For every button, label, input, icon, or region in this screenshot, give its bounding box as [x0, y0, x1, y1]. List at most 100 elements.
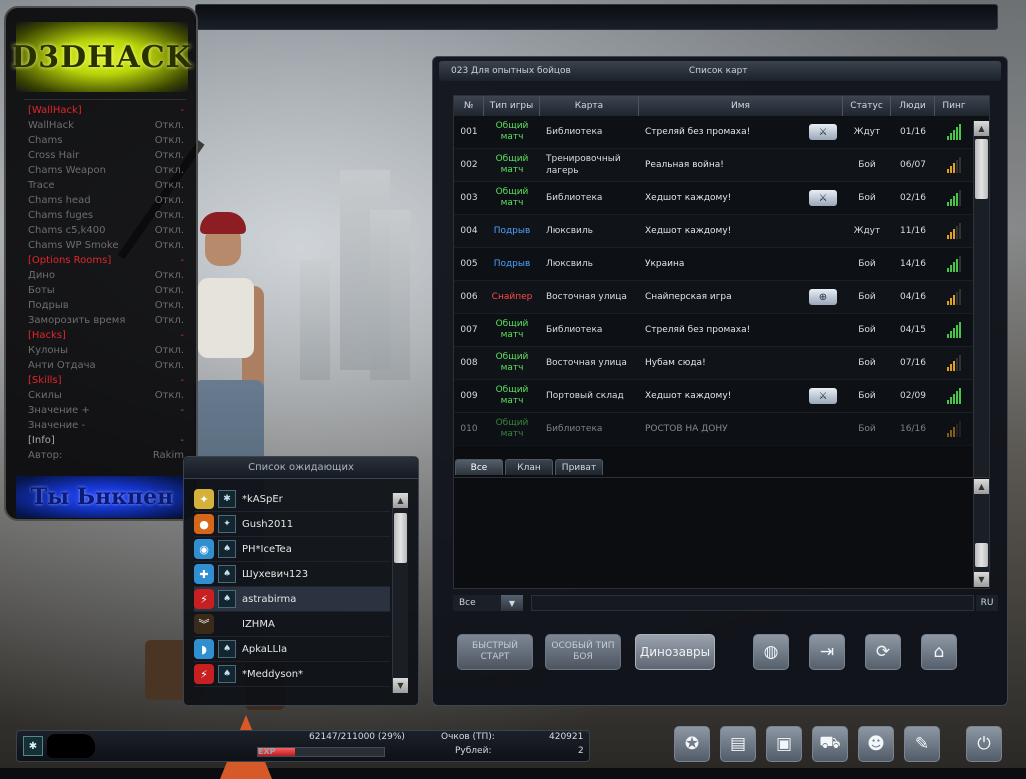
- waiting-player-row[interactable]: ︾ IZHMA: [194, 612, 390, 637]
- room-row[interactable]: 001 Общий матч Библиотека Стреляй без прома…: [454, 116, 989, 149]
- background-building: [370, 210, 410, 380]
- col-status[interactable]: Статус: [843, 96, 891, 116]
- tab-all[interactable]: Все: [455, 459, 503, 475]
- cheat-option[interactable]: Дино Откл.: [28, 268, 184, 283]
- cheat-option[interactable]: Chams WP Smoke Откл.: [28, 238, 184, 253]
- power-icon[interactable]: ⏻: [966, 726, 1002, 762]
- ping-bar: [956, 358, 958, 371]
- chat-scrollbar[interactable]: ▲ ▼: [973, 479, 989, 587]
- clan-icon: ♠: [218, 565, 236, 583]
- tab-clan[interactable]: Клан: [505, 459, 553, 475]
- waiting-player-row[interactable]: ◉ ♠ PH*IceTea: [194, 537, 390, 562]
- ping-bar: [947, 301, 949, 305]
- scroll-thumb[interactable]: [975, 543, 988, 567]
- room-row[interactable]: 004 Подрыв Люксвиль Хедшот каждому! Ждут 11/1…: [454, 215, 989, 248]
- waiting-player-row[interactable]: ◗ ♠ ApkaLLIa: [194, 637, 390, 662]
- room-number: 009: [460, 391, 478, 401]
- room-row[interactable]: 006 Снайпер Восточная улица Снайперская игр…: [454, 281, 989, 314]
- scroll-thumb[interactable]: [975, 139, 988, 199]
- cheat-option[interactable]: Анти Отдача Откл.: [28, 358, 184, 373]
- waiting-player-row[interactable]: ⚡ ♠ astrabirma: [194, 587, 390, 612]
- ping-bar: [950, 331, 952, 338]
- chat-message-input[interactable]: [531, 595, 974, 611]
- waiting-player-row[interactable]: ● ✦ Gush2011: [194, 512, 390, 537]
- refresh-icon[interactable]: ⟳: [865, 634, 901, 670]
- points-label: Очков (ТП):: [441, 732, 495, 742]
- tab-private[interactable]: Приват: [555, 459, 603, 475]
- col-number[interactable]: №: [454, 96, 484, 116]
- settings-wrench-icon[interactable]: ✎: [904, 726, 940, 762]
- cheat-option[interactable]: [Info] -: [28, 433, 184, 448]
- cheat-option[interactable]: Chams head Откл.: [28, 193, 184, 208]
- cheat-option[interactable]: [Options Rooms] -: [28, 253, 184, 268]
- cheat-option[interactable]: Chams Откл.: [28, 133, 184, 148]
- chat-channel-select[interactable]: Все: [453, 595, 501, 611]
- cheat-option[interactable]: WallHack Откл.: [28, 118, 184, 133]
- col-game-type[interactable]: Тип игры: [484, 96, 540, 116]
- cheat-option[interactable]: Cross Hair Откл.: [28, 148, 184, 163]
- globe-icon[interactable]: ◍: [753, 634, 789, 670]
- dinosaurs-button[interactable]: Динозавры: [635, 634, 715, 670]
- home-icon[interactable]: ⌂: [921, 634, 957, 670]
- cheat-option-value: -: [180, 255, 184, 266]
- col-ping[interactable]: Пинг: [935, 96, 973, 116]
- cheat-option[interactable]: Скилы Откл.: [28, 388, 184, 403]
- room-row[interactable]: 009 Общий матч Портовый склад Хедшот каждом…: [454, 380, 989, 413]
- cheat-option[interactable]: [WallHack] -: [28, 103, 184, 118]
- room-row[interactable]: 003 Общий матч Библиотека Хедшот каждому! ⚔ Б…: [454, 182, 989, 215]
- inventory-icon[interactable]: ▤: [720, 726, 756, 762]
- waiting-player-row[interactable]: ✦ ✱ *kASpEr: [194, 487, 390, 512]
- scroll-up-icon[interactable]: ▲: [974, 479, 989, 494]
- room-row[interactable]: 010 Общий матч Библиотека РОСТОВ НА ДОНУ Бой…: [454, 413, 989, 446]
- quick-start-button[interactable]: БЫСТРЫЙ СТАРТ: [457, 634, 533, 670]
- chat-language[interactable]: RU: [976, 595, 998, 611]
- cheat-option[interactable]: [Skills] -: [28, 373, 184, 388]
- room-number: 004: [460, 226, 478, 236]
- cheat-option[interactable]: Значение -: [28, 418, 184, 433]
- cheat-option[interactable]: Заморозить время Откл.: [28, 313, 184, 328]
- cheat-option-value: Откл.: [154, 180, 184, 191]
- friends-icon[interactable]: ☻: [858, 726, 894, 762]
- scroll-down-icon[interactable]: ▼: [393, 678, 408, 693]
- col-map[interactable]: Карта: [540, 96, 639, 116]
- ping-bar: [959, 124, 961, 140]
- col-people[interactable]: Люди: [891, 96, 935, 116]
- ping-bar: [953, 295, 955, 305]
- ping-bar: [956, 160, 958, 173]
- waiting-player-row[interactable]: ⚡ ♠ *Meddyson*: [194, 662, 390, 687]
- room-number: 006: [460, 292, 478, 302]
- room-row[interactable]: 007 Общий матч Библиотека Стреляй без прома…: [454, 314, 989, 347]
- cheat-option-label: Анти Отдача: [28, 360, 96, 371]
- cheat-option[interactable]: Боты Откл.: [28, 283, 184, 298]
- chevron-down-icon[interactable]: ▼: [501, 595, 523, 611]
- waiting-list-scrollbar[interactable]: ▲ ▼: [392, 493, 408, 693]
- room-name-cell: Реальная война!: [639, 160, 843, 170]
- cheat-option[interactable]: Значение + -: [28, 403, 184, 418]
- shop-cart-icon[interactable]: ⛟: [812, 726, 848, 762]
- special-battle-button[interactable]: ОСОБЫЙ ТИП БОЯ: [545, 634, 621, 670]
- room-row[interactable]: 005 Подрыв Люксвиль Украина Бой 14/16: [454, 248, 989, 281]
- room-number: 005: [460, 259, 478, 269]
- cheat-option[interactable]: Автор: Rakim: [28, 448, 184, 463]
- waiting-player-row[interactable]: ✚ ♠ Шухевич123: [194, 562, 390, 587]
- cheat-option[interactable]: Подрыв Откл.: [28, 298, 184, 313]
- cheat-option[interactable]: Chams fuges Откл.: [28, 208, 184, 223]
- exit-room-icon[interactable]: ⇥: [809, 634, 845, 670]
- cheat-option[interactable]: Chams c5,k400 Откл.: [28, 223, 184, 238]
- room-list-scrollbar[interactable]: ▲ ▼: [973, 121, 989, 509]
- cheat-option[interactable]: [Hacks] -: [28, 328, 184, 343]
- cheat-option[interactable]: Chams Weapon Откл.: [28, 163, 184, 178]
- scroll-down-icon[interactable]: ▼: [974, 572, 989, 587]
- room-row[interactable]: 008 Общий матч Восточная улица Нубам сюда! Б…: [454, 347, 989, 380]
- col-name[interactable]: Имя: [639, 96, 843, 116]
- rank-icon: ◗: [194, 639, 214, 659]
- crosshair-icon: ⊕: [809, 289, 837, 305]
- scroll-thumb[interactable]: [394, 513, 407, 563]
- cheat-option[interactable]: Кулоны Откл.: [28, 343, 184, 358]
- cheat-option[interactable]: Trace Откл.: [28, 178, 184, 193]
- room-row[interactable]: 002 Общий матч Тренировочный лагерь Реальна…: [454, 149, 989, 182]
- scroll-up-icon[interactable]: ▲: [974, 121, 989, 136]
- scroll-up-icon[interactable]: ▲: [393, 493, 408, 508]
- emblem-icon[interactable]: ✪: [674, 726, 710, 762]
- stash-icon[interactable]: ▣: [766, 726, 802, 762]
